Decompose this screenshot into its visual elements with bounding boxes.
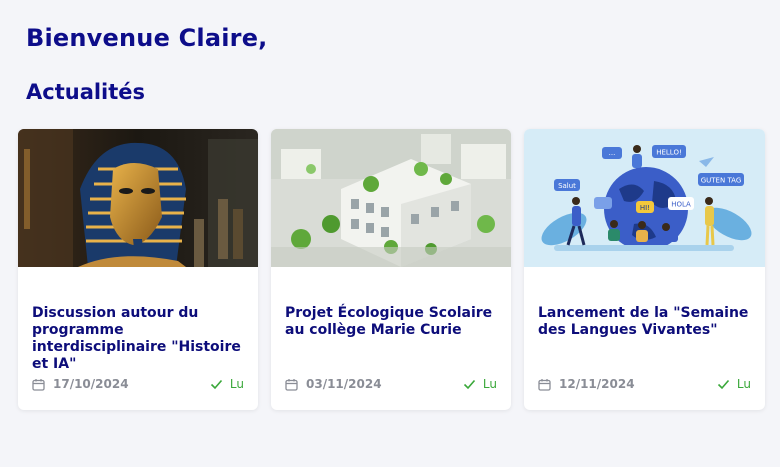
news-card-meta: 12/11/2024 Lu bbox=[538, 377, 751, 391]
news-card-status-text: Lu bbox=[482, 377, 497, 391]
calendar-icon bbox=[32, 378, 45, 391]
news-card[interactable]: HELLO! GUTEN TAG HOLA HI! ... Salut Lanc… bbox=[524, 129, 765, 410]
languages-globe-illustration: HELLO! GUTEN TAG HOLA HI! ... Salut bbox=[524, 129, 765, 267]
bubble-hola: HOLA bbox=[671, 201, 691, 209]
greeting-title: Bienvenue Claire, bbox=[26, 24, 268, 52]
news-card-status: Lu bbox=[717, 377, 751, 391]
news-card-status-text: Lu bbox=[736, 377, 751, 391]
bubble-salut: Salut bbox=[558, 182, 576, 190]
news-card-status-text: Lu bbox=[229, 377, 244, 391]
news-card-meta: 03/11/2024 Lu bbox=[285, 377, 497, 391]
news-card-date-text: 12/11/2024 bbox=[559, 377, 635, 391]
news-card-title: Discussion autour du programme interdisc… bbox=[32, 305, 241, 372]
news-card-date: 17/10/2024 bbox=[32, 377, 129, 391]
pharaoh-mask-image bbox=[18, 129, 258, 267]
calendar-icon bbox=[285, 378, 298, 391]
news-card-date-text: 17/10/2024 bbox=[53, 377, 129, 391]
news-section-title: Actualités bbox=[26, 80, 146, 104]
news-card-meta: 17/10/2024 Lu bbox=[32, 377, 244, 391]
green-buildings-model-image bbox=[271, 129, 511, 267]
check-icon bbox=[210, 379, 223, 390]
news-card-title: Lancement de la "Semaine des Langues Viv… bbox=[538, 305, 749, 338]
news-card-title: Projet Écologique Scolaire au collège Ma… bbox=[285, 305, 493, 338]
news-card-status: Lu bbox=[210, 377, 244, 391]
news-card[interactable]: Projet Écologique Scolaire au collège Ma… bbox=[271, 129, 511, 410]
bubble-guten-tag: GUTEN TAG bbox=[701, 177, 742, 185]
news-card-list: Discussion autour du programme interdisc… bbox=[18, 129, 765, 410]
bubble-dots: ... bbox=[609, 149, 616, 157]
news-card-status: Lu bbox=[463, 377, 497, 391]
news-card-date-text: 03/11/2024 bbox=[306, 377, 382, 391]
check-icon bbox=[717, 379, 730, 390]
calendar-icon bbox=[538, 378, 551, 391]
news-card-date: 03/11/2024 bbox=[285, 377, 382, 391]
news-card[interactable]: Discussion autour du programme interdisc… bbox=[18, 129, 258, 410]
check-icon bbox=[463, 379, 476, 390]
bubble-hi: HI! bbox=[640, 204, 650, 212]
bubble-hello: HELLO! bbox=[656, 149, 682, 157]
news-card-date: 12/11/2024 bbox=[538, 377, 635, 391]
